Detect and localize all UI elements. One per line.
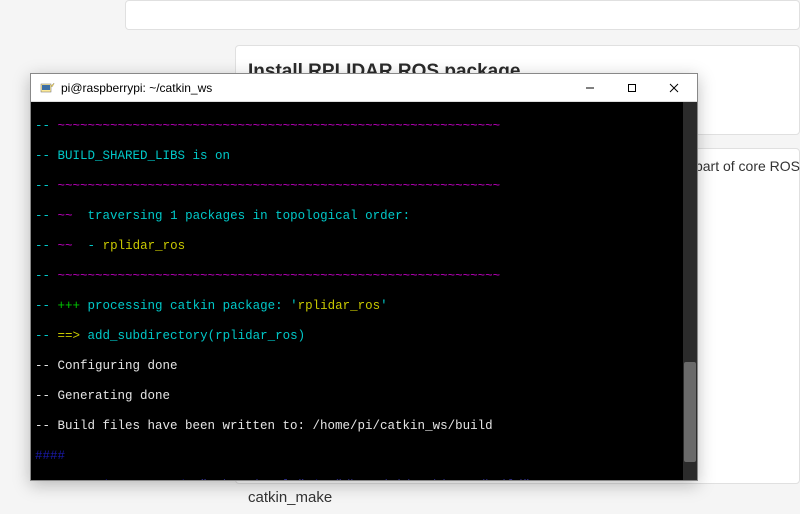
term-text: -- <box>35 209 50 223</box>
term-text: -- <box>35 329 50 343</box>
close-button[interactable] <box>653 75 695 101</box>
term-text: in <box>313 479 328 480</box>
term-text: ' <box>380 299 388 313</box>
term-text: -- <box>35 119 50 133</box>
term-text: -- <box>35 299 50 313</box>
bg-command-text: catkin_make <box>248 489 332 506</box>
window-titlebar[interactable]: pi@raspberrypi: ~/catkin_ws <box>31 74 697 102</box>
term-text: #### Running command: <box>35 479 193 480</box>
term-text: "/home/pi/catkin_ws/build" <box>328 479 531 480</box>
term-text: ~~ <box>58 239 73 253</box>
term-text: rplidar_ros <box>298 299 381 313</box>
bg-card-top <box>125 0 800 30</box>
term-text: traversing 1 packages in topological ord… <box>73 209 411 223</box>
term-text: - <box>73 239 103 253</box>
window-controls <box>569 75 695 101</box>
term-text: -- Build files have been written to: /ho… <box>35 419 693 434</box>
term-text: -- Configuring done <box>35 359 693 374</box>
term-text: ==> <box>58 329 81 343</box>
terminal-scrollbar[interactable] <box>683 102 697 480</box>
term-text: ~~~~~~~~~~~~~~~~~~~~~~~~~~~~~~~~~~~~~~~~… <box>58 179 501 193</box>
term-text: ~~~~~~~~~~~~~~~~~~~~~~~~~~~~~~~~~~~~~~~~… <box>58 269 501 283</box>
term-text: ~~ <box>58 209 73 223</box>
putty-icon <box>39 80 55 96</box>
term-text: -- BUILD_SHARED_LIBS is on <box>35 149 693 164</box>
maximize-button[interactable] <box>611 75 653 101</box>
bg-text-snippet: part of core ROS <box>695 158 800 174</box>
term-text: ~~~~~~~~~~~~~~~~~~~~~~~~~~~~~~~~~~~~~~~~… <box>58 119 501 133</box>
terminal-window: pi@raspberrypi: ~/catkin_ws -- ~~~~~~~~~… <box>30 73 698 481</box>
minimize-button[interactable] <box>569 75 611 101</box>
term-text: +++ <box>58 299 81 313</box>
term-text: -- <box>35 239 50 253</box>
scrollbar-thumb[interactable] <box>684 362 696 462</box>
window-title: pi@raspberrypi: ~/catkin_ws <box>61 81 569 95</box>
term-text: -- <box>35 269 50 283</box>
term-text: processing catkin package: ' <box>80 299 298 313</box>
term-text: -- <box>35 179 50 193</box>
term-text: #### <box>35 449 693 464</box>
term-text: add_subdirectory(rplidar_ros) <box>80 329 305 343</box>
term-text: "make -j4 -l4" <box>193 479 313 480</box>
terminal-output[interactable]: -- ~~~~~~~~~~~~~~~~~~~~~~~~~~~~~~~~~~~~~… <box>31 102 697 480</box>
term-text: -- Generating done <box>35 389 693 404</box>
term-text: rplidar_ros <box>103 239 186 253</box>
